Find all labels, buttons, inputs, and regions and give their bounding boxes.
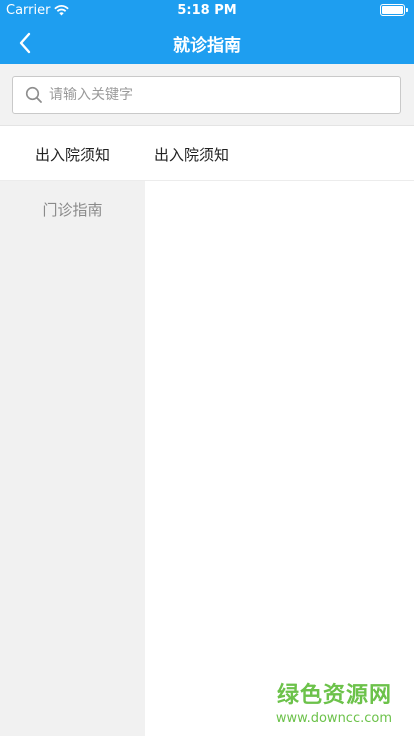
watermark-url: www.downcc.com — [275, 711, 392, 726]
sidebar-item-outpatient-guide[interactable]: 门诊指南 — [0, 181, 145, 237]
navigation-bar: 就诊指南 — [0, 20, 414, 64]
app-header: Carrier 5:18 PM 就诊指南 — [0, 0, 414, 64]
status-bar: Carrier 5:18 PM — [0, 0, 414, 20]
watermark-title: 绿色资源网 — [276, 683, 392, 708]
search-icon — [25, 86, 42, 103]
battery-icon — [380, 4, 408, 16]
search-bar-container — [0, 64, 414, 126]
content-heading: 出入院须知 — [154, 145, 230, 164]
status-time: 5:18 PM — [177, 3, 237, 18]
content-panel: 绿色资源网 www.downcc.com — [145, 181, 414, 736]
page-title: 就诊指南 — [173, 36, 241, 56]
search-box[interactable] — [12, 76, 401, 114]
search-input[interactable] — [49, 87, 389, 103]
sidebar-item-label: 门诊指南 — [42, 200, 103, 219]
category-tab-selected[interactable]: 出入院须知 — [0, 127, 145, 181]
category-sidebar: 门诊指南 — [0, 181, 145, 736]
watermark: 绿色资源网 www.downcc.com — [276, 677, 392, 726]
category-header: 出入院须知 出入院须知 — [0, 127, 414, 181]
